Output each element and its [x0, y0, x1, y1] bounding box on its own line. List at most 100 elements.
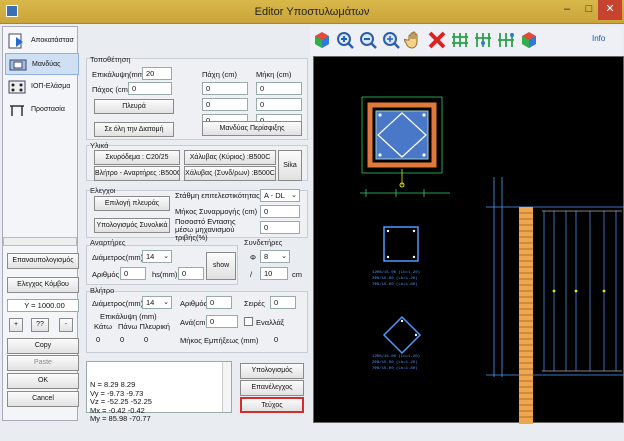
help-button[interactable]: ?? — [31, 318, 49, 332]
rebar-3-icon[interactable] — [496, 30, 516, 50]
results-box[interactable]: N = 8.29 8.29 Vy = -9.73 -9.73 Vz = -52.… — [86, 361, 232, 423]
sidebar-scrollbar[interactable] — [3, 237, 77, 246]
overlap-length-input[interactable]: 0 — [260, 205, 300, 218]
copy-button[interactable]: Copy — [7, 338, 79, 354]
pachi-input-1[interactable]: 0 — [202, 82, 248, 95]
drawing-toolbar: Info — [310, 26, 622, 56]
stirrup-steel-button[interactable]: Χάλυβας (Συνδ/ρων) :B500C — [184, 166, 276, 181]
bolt-cover-bottom-input[interactable]: 0 — [92, 333, 112, 346]
embed-length-label: Μήκος Εμπήξεως (mm) — [180, 336, 259, 345]
whole-section-button[interactable]: Σε όλη την Διατομή — [94, 122, 174, 137]
hanger-diameter-label: Διάμετρος(mm) — [92, 253, 144, 262]
main-steel-button[interactable]: Χάλυβας (Κύριος) :B500C — [184, 150, 276, 165]
thickness-label: Πάχος (cm) — [92, 85, 131, 94]
confinement-jacket-button[interactable]: Μανδύας Περίσφιξης — [202, 121, 302, 136]
sidebar-item-protection[interactable]: Προστασία — [5, 99, 79, 121]
bolt-cover-side-input[interactable]: 0 — [140, 333, 160, 346]
rebar-1-icon[interactable] — [450, 30, 470, 50]
rebar-label-a: 12Φ8/15.00 (Lb=1.20) — [372, 270, 420, 275]
ok-button[interactable]: OK — [7, 373, 79, 389]
close-button[interactable]: ✕ — [598, 0, 622, 20]
hs-input[interactable]: 0 — [178, 267, 204, 280]
mikos-input-2[interactable]: 0 — [256, 98, 302, 111]
sidebar-item-label: Προστασία — [31, 106, 65, 113]
zoom-out-icon[interactable] — [358, 30, 378, 50]
chevron-down-icon: ⌄ — [281, 253, 287, 260]
info-link[interactable]: Info — [592, 34, 605, 43]
hanger-diameter-select[interactable]: 14 ⌄ — [142, 250, 172, 263]
calculate-button[interactable]: Υπολογισμός — [240, 363, 304, 379]
phi-label: Φ — [250, 253, 256, 262]
check-node-button[interactable]: Ελεγχος Κόμβου — [7, 277, 79, 293]
bolt-diameter-value: 14 — [146, 298, 155, 307]
rebar-label-d: 12Φ8/15.00 (Lb=1.20) — [372, 354, 420, 359]
performance-level-select[interactable]: A - DL ⌄ — [260, 189, 300, 202]
maximize-button[interactable]: □ — [578, 0, 600, 20]
hanger-count-input[interactable]: 0 — [120, 267, 146, 280]
pan-hand-icon[interactable] — [404, 30, 424, 50]
bolt-cover-top-input[interactable]: 0 — [116, 333, 136, 346]
minus-button[interactable]: - — [59, 318, 73, 332]
alternate-checkbox[interactable] — [244, 317, 253, 326]
sidebar-item-label: Αποκατάστασ — [31, 37, 74, 44]
materials-group-title: Υλικά — [90, 141, 109, 150]
friction-percent-input[interactable]: 0 — [260, 221, 300, 234]
drawing-canvas[interactable]: 12Φ8/15.00 (Lb=1.20) 2Φ8/15.00 (Lb=1.20)… — [313, 56, 624, 424]
recalc-button[interactable]: Επαναυπολογισμός — [7, 253, 79, 269]
delete-icon[interactable] — [427, 30, 447, 50]
sidebar-item-label: ΙΟΠ-Ελάσμα — [31, 83, 71, 90]
pachi-input-2[interactable]: 0 — [202, 98, 248, 111]
bolt-cover-top-side-label: Πάνω Πλευρική — [118, 322, 170, 331]
minimize-button[interactable]: – — [556, 0, 578, 20]
bolt-spacing-label: Ανά(cm) — [180, 318, 208, 327]
sidebar-item-jacket[interactable]: Μανδύας — [5, 53, 79, 75]
sidebar-item-restore[interactable]: Αποκατάστασ — [5, 30, 79, 52]
3d-view-icon[interactable] — [312, 30, 332, 50]
results-text: N = 8.29 8.29 Vy = -9.73 -9.73 Vz = -52.… — [90, 380, 152, 423]
zoom-in-icon[interactable] — [335, 30, 355, 50]
sika-button[interactable]: Sika — [278, 150, 302, 181]
bolt-cover-bottom-label: Κάτω — [94, 322, 112, 331]
3d-view-2-icon[interactable] — [519, 30, 539, 50]
bolt-cover-label: Επικάλυψη (mm) — [100, 312, 157, 321]
mikos-input-1[interactable]: 0 — [256, 82, 302, 95]
slash-label: / — [250, 270, 253, 279]
side-button[interactable]: Πλευρά — [94, 99, 174, 114]
stirrup-diameter-select[interactable]: 8 ⌄ — [260, 250, 290, 263]
stirrup-spacing-input[interactable]: 10 — [260, 267, 288, 280]
chevron-down-icon: ⌄ — [291, 192, 297, 199]
plus-button[interactable]: + — [9, 318, 23, 332]
frp-icon — [8, 80, 26, 94]
window-title: Editor Υποστυλωμάτων — [254, 6, 370, 18]
bolt-rows-input[interactable]: 0 — [270, 296, 296, 309]
total-calc-button[interactable]: Υπολογισμός Συνολικά — [94, 218, 170, 233]
bolt-diameter-select[interactable]: 14 ⌄ — [142, 296, 172, 309]
cancel-button[interactable]: Cancel — [7, 391, 79, 407]
recheck-button[interactable]: Επανέλεγχος — [240, 380, 304, 396]
embed-length-input[interactable]: 0 — [270, 333, 300, 346]
report-button[interactable]: Τεύχος — [240, 397, 304, 413]
bolt-count-input[interactable]: 0 — [206, 296, 232, 309]
paste-button[interactable]: Paste — [7, 355, 79, 371]
concrete-button[interactable]: Σκυρόδεμα : C20/25 — [94, 150, 180, 165]
y-value-field[interactable]: Y = 1000.00 — [7, 299, 79, 312]
bolt-spacing-input[interactable]: 0 — [206, 315, 238, 328]
show-button[interactable]: show — [206, 252, 236, 280]
sidebar: Αποκατάστασ Μανδύας ΙΟΠ-Ελάσμα Προστασία… — [2, 26, 79, 421]
zoom-extents-icon[interactable] — [381, 30, 401, 50]
title-bar: Editor Υποστυλωμάτων – □ ✕ — [0, 0, 624, 24]
sidebar-item-frp[interactable]: ΙΟΠ-Ελάσμα — [5, 76, 79, 98]
select-side-button[interactable]: Επιλογή πλευράς — [94, 196, 170, 211]
chevron-down-icon: ⌄ — [163, 299, 169, 306]
cover-label: Επικάλυψη(mm) — [92, 70, 147, 79]
bolt-diameter-label: Διάμετρος(mm) — [92, 299, 144, 308]
results-scrollbar[interactable] — [222, 362, 231, 412]
mikos-header: Μήκη (cm) — [256, 70, 292, 79]
rebar-2-icon[interactable] — [473, 30, 493, 50]
performance-level-value: A - DL — [264, 191, 285, 200]
hangers-group-title: Αναρτήρες — [90, 238, 126, 247]
thickness-input[interactable]: 0 — [128, 82, 172, 95]
bolt-steel-button[interactable]: Βλήτρο - Αναρτήρες :B500C — [94, 166, 180, 181]
jacket-icon — [9, 59, 27, 71]
cover-input[interactable]: 20 — [142, 67, 172, 80]
